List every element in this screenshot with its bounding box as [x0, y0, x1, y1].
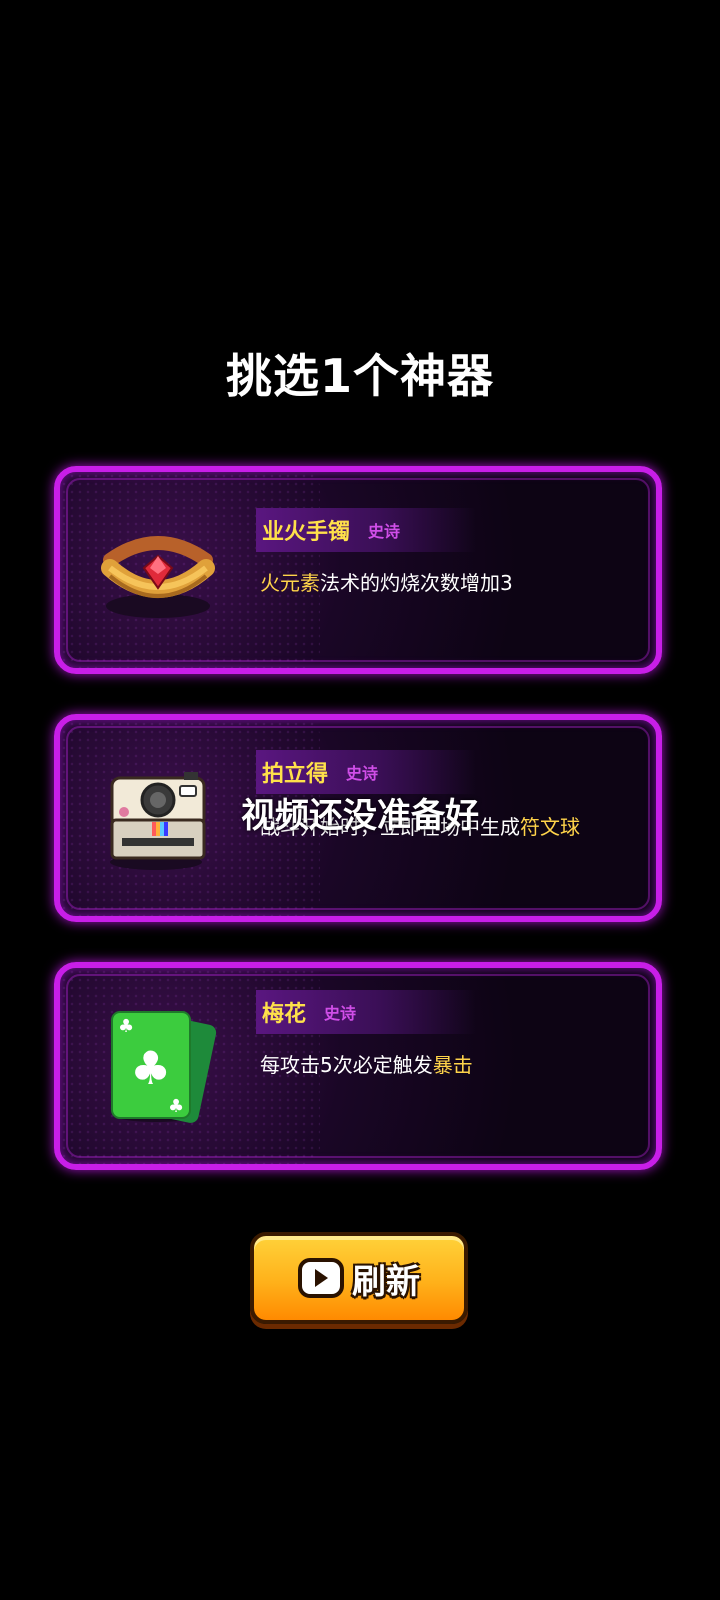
club-card-icon: ♣ ♣ ♣: [96, 998, 226, 1138]
artifact-name: 业火手镯: [262, 520, 351, 545]
svg-text:♣: ♣: [168, 1096, 184, 1117]
toast-message: 视频还没准备好: [241, 796, 479, 836]
rarity-badge: 史诗: [368, 522, 401, 541]
artifact-description: 每攻击5次必定触发暴击: [260, 1053, 473, 1077]
artifact-name: 梅花: [262, 1002, 307, 1027]
page-title: 挑选1个神器: [225, 349, 494, 403]
svg-text:♣: ♣: [118, 1016, 134, 1037]
artifact-card-1[interactable]: 业火手镯 史诗 火元素法术的灼烧次数增加3: [54, 466, 662, 674]
artifact-description: 火元素法术的灼烧次数增加3: [260, 571, 513, 595]
svg-text:♣: ♣: [130, 1041, 171, 1095]
artifact-name: 拍立得: [262, 762, 329, 787]
rarity-badge: 史诗: [346, 764, 379, 783]
bracelet-icon: [96, 502, 226, 642]
rarity-badge: 史诗: [324, 1004, 357, 1023]
artifact-name-bar: 业火手镯 史诗: [256, 508, 476, 552]
artifact-card-3[interactable]: ♣ ♣ ♣ 梅花 史诗 每攻击5次必定触发暴击: [54, 962, 662, 1170]
refresh-button[interactable]: 刷新: [250, 1232, 468, 1324]
video-play-icon: [298, 1258, 344, 1298]
artifact-name-bar: 梅花 史诗: [256, 990, 476, 1034]
refresh-button-label: 刷新: [352, 1261, 420, 1302]
